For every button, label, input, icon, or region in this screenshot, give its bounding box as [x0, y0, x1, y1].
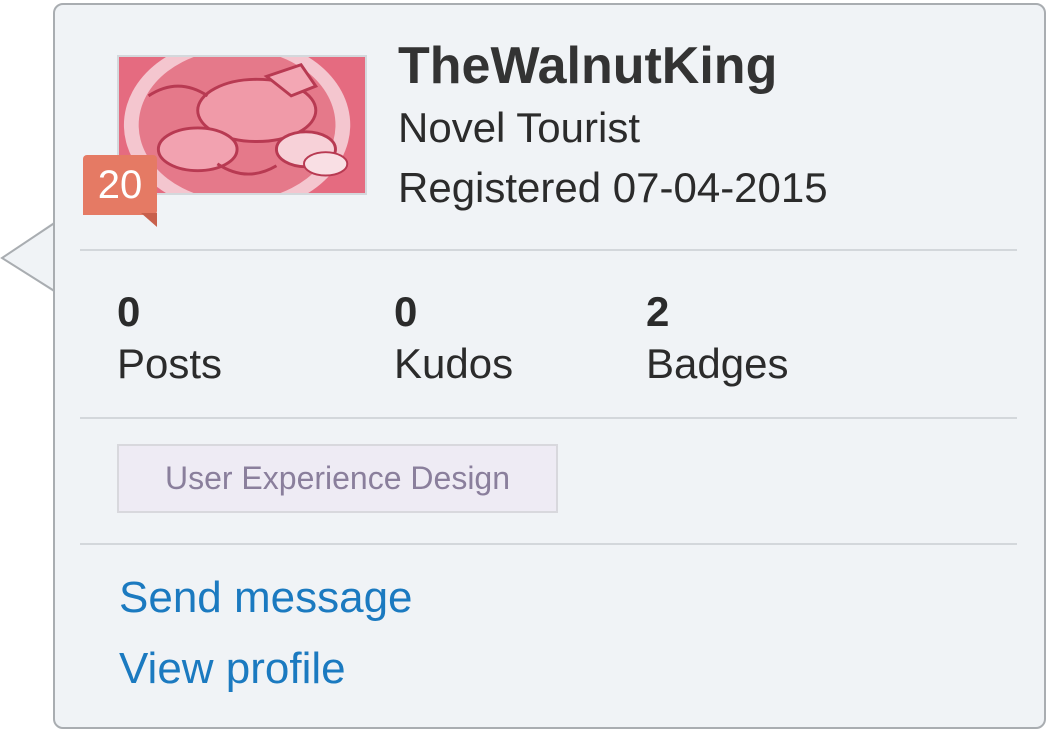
rank-level-badge: 20	[83, 155, 157, 215]
rank-badge-tail	[141, 213, 157, 227]
stat-value: 0	[117, 288, 141, 335]
divider	[80, 417, 1017, 419]
divider	[80, 543, 1017, 545]
stat-kudos: 0 Kudos	[394, 288, 513, 392]
stat-label: Kudos	[394, 340, 514, 387]
popover-pointer	[0, 220, 57, 294]
role-tag[interactable]: User Experience Design	[117, 444, 558, 513]
view-profile-link[interactable]: View profile	[119, 644, 346, 694]
stat-posts: 0 Posts	[117, 288, 222, 392]
send-message-link[interactable]: Send message	[119, 573, 413, 623]
stat-value: 0	[394, 288, 418, 335]
username[interactable]: TheWalnutKing	[398, 36, 777, 96]
stat-badges: 2 Badges	[646, 288, 788, 392]
stat-value: 2	[646, 288, 670, 335]
stat-label: Posts	[117, 340, 223, 387]
divider	[80, 249, 1017, 251]
rank-title: Novel Tourist	[398, 104, 640, 151]
registration-date: Registered 07-04-2015	[398, 164, 828, 211]
stat-label: Badges	[646, 340, 789, 387]
